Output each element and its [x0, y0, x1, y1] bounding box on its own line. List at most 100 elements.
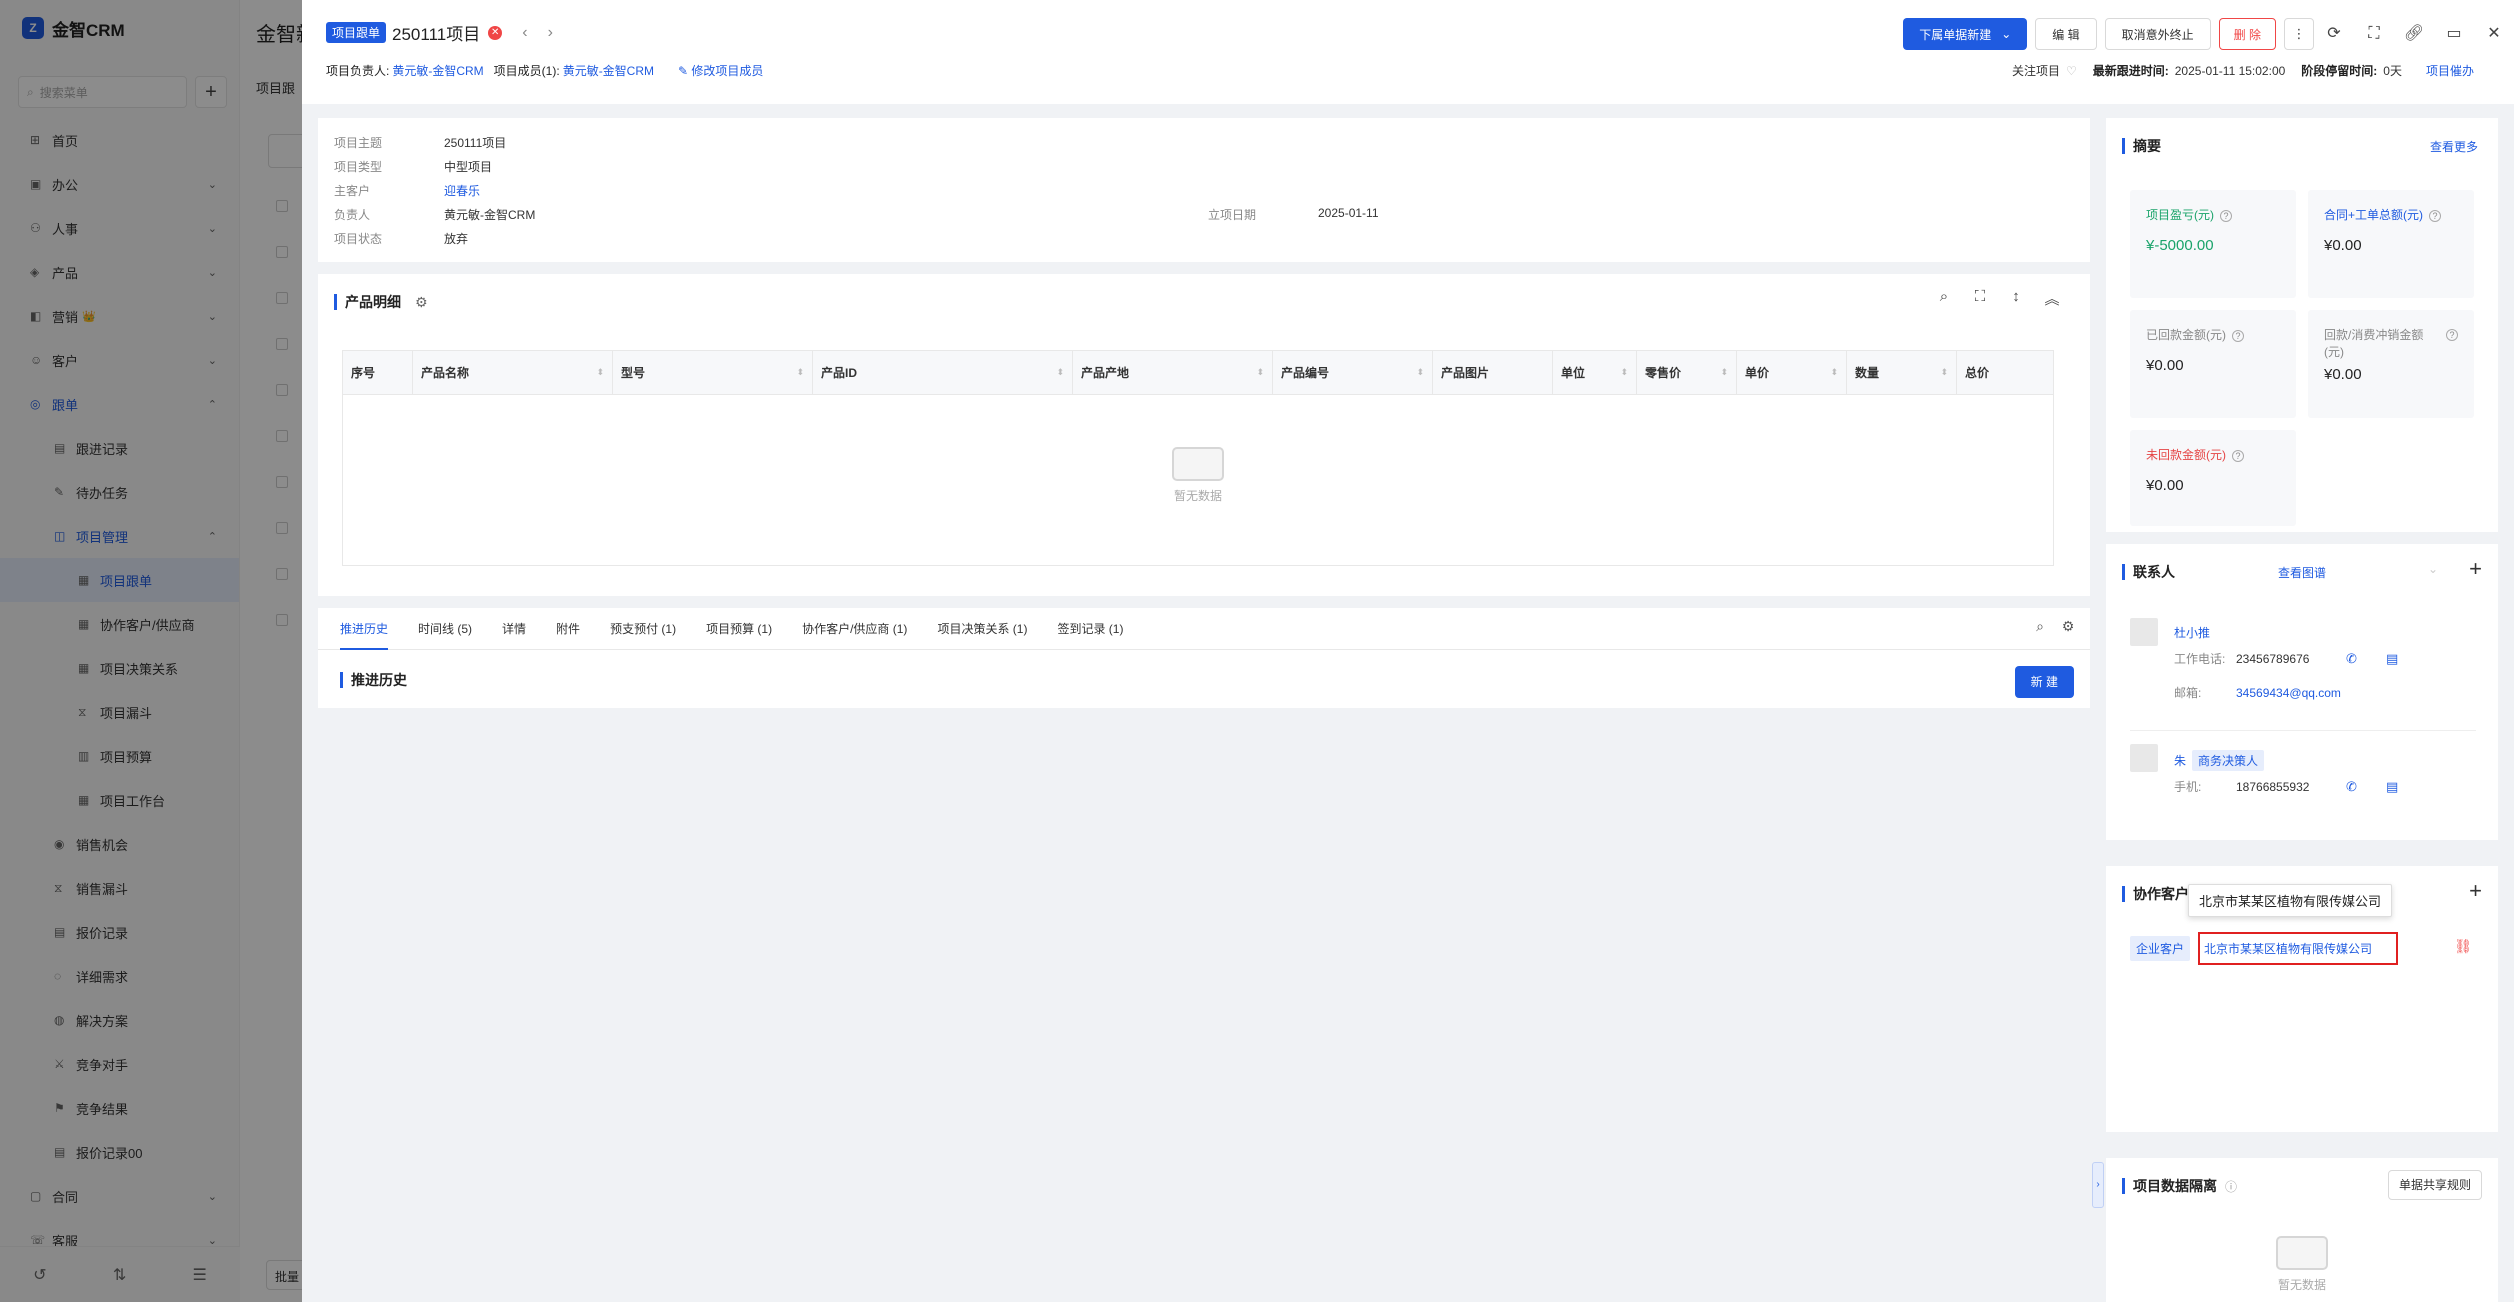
- new-history-button[interactable]: 新 建: [2014, 666, 2074, 698]
- window-icon[interactable]: ▭: [2434, 18, 2474, 50]
- summary-more-link[interactable]: 查看更多: [2430, 138, 2478, 155]
- detail-tab[interactable]: 项目预算 (1): [706, 608, 772, 650]
- sort-icon[interactable]: ⬍: [796, 367, 804, 378]
- detail-tab[interactable]: 项目决策关系 (1): [937, 608, 1027, 650]
- refresh-icon[interactable]: ⟳: [2314, 18, 2354, 50]
- edit-members-link[interactable]: ✎ 修改项目成员: [678, 62, 763, 79]
- detail-tab[interactable]: 签到记录 (1): [1057, 608, 1123, 650]
- gear-icon[interactable]: ⚙: [415, 294, 428, 311]
- add-coop-icon[interactable]: +: [2469, 878, 2482, 904]
- sort-icon[interactable]: ⬍: [1256, 367, 1264, 378]
- fullscreen-icon[interactable]: ⛶: [1962, 288, 1998, 312]
- column-label: 单位: [1561, 366, 1586, 380]
- heart-icon[interactable]: ♡: [2066, 64, 2077, 78]
- edit-button[interactable]: 编 辑: [2035, 18, 2097, 50]
- search-icon[interactable]: ⌕: [1926, 288, 1962, 312]
- coop-company-link[interactable]: 北京市某某区植物有限传媒公司: [2198, 932, 2399, 965]
- column-label: 产品编号: [1281, 366, 1330, 380]
- title-bar: [340, 672, 343, 688]
- delete-button[interactable]: 删 除: [2218, 18, 2276, 50]
- more-actions-icon[interactable]: ⋮: [2284, 18, 2314, 50]
- table-header-cell[interactable]: 零售价 ⬍: [1637, 351, 1737, 394]
- table-header-cell[interactable]: 产品产地 ⬍: [1073, 351, 1273, 394]
- table-header-cell[interactable]: 型号 ⬍: [613, 351, 813, 394]
- detail-tab[interactable]: 附件: [556, 608, 580, 650]
- info-key: 项目类型: [334, 160, 383, 174]
- column-label: 产品产地: [1081, 366, 1130, 380]
- prev-record-icon[interactable]: ‹: [522, 24, 527, 42]
- fullscreen-icon[interactable]: ⛶: [2354, 18, 2394, 50]
- contact-divider: [2130, 730, 2476, 731]
- table-header-cell[interactable]: 数量 ⬍: [1847, 351, 1957, 394]
- contact-graph-link[interactable]: 查看图谱: [2278, 564, 2326, 581]
- sort-icon[interactable]: ⬍: [1416, 367, 1424, 378]
- sort-icon[interactable]: ⬍: [1056, 367, 1064, 378]
- product-table: 序号 产品名称 ⬍ 型号 ⬍ 产品ID ⬍ 产品产地 ⬍ 产品编号 ⬍ 产品图片 单位 ⬍ 零售价 ⬍ 单价 ⬍ 数…: [342, 350, 2054, 566]
- contact-name[interactable]: 杜小推: [2174, 624, 2210, 641]
- table-header-cell[interactable]: 单价 ⬍: [1737, 351, 1847, 394]
- summary-label: 项目盈亏(元): [2146, 208, 2214, 222]
- next-record-icon[interactable]: ›: [548, 24, 553, 42]
- table-header-cell[interactable]: 单位 ⬍: [1553, 351, 1637, 394]
- collapse-panel-handle[interactable]: ›: [2092, 1162, 2104, 1208]
- detail-tab[interactable]: 预支预付 (1): [610, 608, 676, 650]
- contact-name[interactable]: 朱 商务决策人: [2174, 750, 2265, 771]
- member-link[interactable]: 黄元敏-金智CRM: [563, 62, 654, 79]
- help-icon[interactable]: ?: [2446, 329, 2458, 341]
- sort-icon[interactable]: ⬍: [1720, 367, 1728, 378]
- sort-icon[interactable]: ⬍: [1830, 367, 1838, 378]
- contact-email[interactable]: 34569434@qq.com: [2236, 686, 2341, 700]
- help-icon[interactable]: ⓘ: [2225, 1178, 2237, 1195]
- create-sub-record-button[interactable]: 下属单据新建 ⌄: [1903, 18, 2028, 50]
- last-follow-label: 最新跟进时间:: [2092, 64, 2169, 78]
- data-isolation-card: 项目数据隔离 ⓘ 单据共享规则 暂无数据: [2106, 1158, 2498, 1302]
- chevron-down-icon[interactable]: ⌄: [2428, 562, 2438, 576]
- column-label: 总价: [1965, 366, 1990, 380]
- link-icon[interactable]: 🔗︎: [2394, 18, 2434, 50]
- product-table-header: 序号 产品名称 ⬍ 型号 ⬍ 产品ID ⬍ 产品产地 ⬍ 产品编号 ⬍ 产品图片 单位 ⬍ 零售价 ⬍ 单价 ⬍ 数…: [343, 351, 2053, 395]
- urge-project-link[interactable]: 项目催办: [2426, 62, 2474, 79]
- help-icon[interactable]: ?: [2429, 210, 2442, 222]
- add-contact-icon[interactable]: +: [2469, 556, 2482, 582]
- detail-tab[interactable]: 详情: [502, 608, 526, 650]
- summary-box-contract-total: 合同+工单总额(元)? ¥0.00: [2308, 190, 2474, 298]
- phone-icon[interactable]: ✆: [2346, 779, 2378, 795]
- sort-icon[interactable]: ⬍: [1620, 367, 1628, 378]
- column-label: 产品ID: [821, 366, 858, 380]
- detail-tab[interactable]: 协作客户/供应商 (1): [802, 608, 907, 650]
- product-title-text: 产品明细: [345, 294, 401, 310]
- table-header-cell[interactable]: 产品名称 ⬍: [413, 351, 613, 394]
- record-type-tag: 项目跟单: [326, 22, 387, 43]
- cancel-termination-button[interactable]: 取消意外终止: [2104, 18, 2211, 50]
- scrollbar[interactable]: [2508, 104, 2514, 1302]
- table-header-cell: 产品图片: [1433, 351, 1553, 394]
- detail-tab[interactable]: 时间线 (5): [418, 608, 472, 650]
- help-icon[interactable]: ?: [2220, 210, 2232, 222]
- sort-icon[interactable]: ⬍: [1940, 367, 1948, 378]
- info-row-owner: 负责人 黄元敏-金智CRM: [334, 206, 535, 223]
- owner-link[interactable]: 黄元敏-金智CRM: [392, 62, 483, 79]
- search-icon[interactable]: ⌕: [2026, 618, 2054, 635]
- title-bar: [2122, 1178, 2125, 1194]
- summary-box-received: 已回款金额(元)? ¥0.00: [2130, 310, 2296, 418]
- phone-icon[interactable]: ✆: [2346, 651, 2378, 667]
- table-header-cell[interactable]: 产品编号 ⬍: [1273, 351, 1433, 394]
- help-icon[interactable]: ?: [2232, 330, 2244, 342]
- close-icon[interactable]: ✕: [2474, 18, 2514, 50]
- customer-link[interactable]: 迎春乐: [444, 182, 480, 199]
- help-icon[interactable]: ?: [2232, 450, 2244, 462]
- detail-tab[interactable]: 推进历史: [340, 608, 389, 650]
- sort-icon[interactable]: ⬍: [596, 367, 604, 378]
- message-icon[interactable]: ▤: [2386, 651, 2418, 667]
- table-header-cell[interactable]: 产品ID ⬍: [813, 351, 1073, 394]
- collapse-up-icon[interactable]: ︽: [2034, 288, 2070, 312]
- unlink-icon[interactable]: ⛓: [2454, 938, 2472, 955]
- stage-duration-value: 0天: [2383, 64, 2402, 78]
- resize-vertical-icon[interactable]: ↕: [1998, 288, 2034, 312]
- info-value: 中型项目: [444, 160, 493, 174]
- share-rule-button[interactable]: 单据共享规则: [2387, 1170, 2482, 1200]
- message-icon[interactable]: ▤: [2386, 779, 2418, 795]
- info-key: 项目主题: [334, 136, 383, 150]
- column-label: 零售价: [1645, 366, 1682, 380]
- gear-icon[interactable]: ⚙: [2054, 618, 2082, 635]
